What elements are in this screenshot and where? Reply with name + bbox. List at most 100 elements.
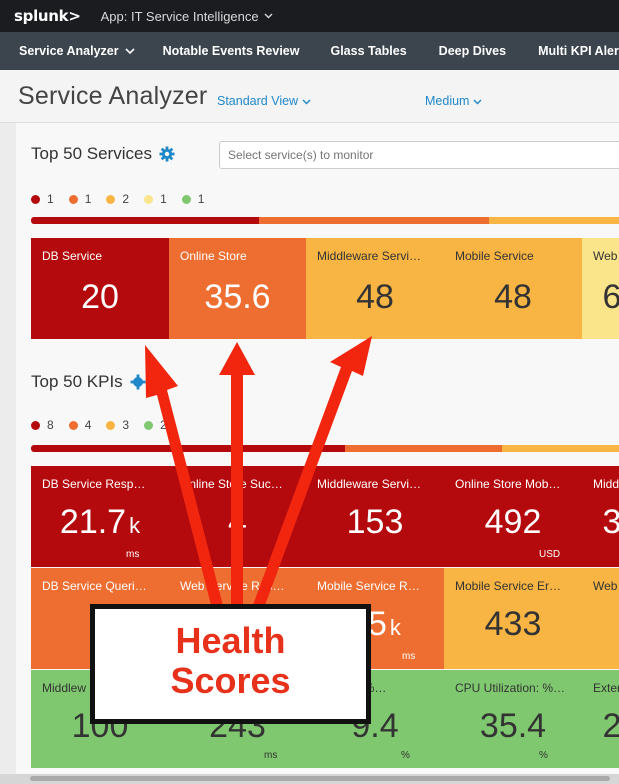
severity-dot-icon (181, 194, 191, 204)
kpis-title: Top 50 KPIs (31, 372, 123, 391)
service-search-input[interactable] (219, 141, 619, 169)
severity-count[interactable]: 3 (106, 418, 129, 432)
tile-name: Midd (593, 477, 619, 491)
health-tile[interactable]: Online Store 35.6 (169, 238, 306, 339)
severity-count-value: 2 (122, 192, 130, 206)
health-tile[interactable]: Online Store Mob… 492 USD (444, 466, 582, 567)
severity-segment-medium (502, 445, 619, 452)
services-section-title: Top 50 Services (31, 144, 175, 164)
severity-count[interactable]: 1 (68, 192, 92, 206)
services-title: Top 50 Services (31, 144, 152, 163)
app-bar: splunk> App: IT Service Intelligence (0, 0, 619, 32)
severity-count[interactable]: 4 (68, 418, 91, 432)
tile-name: Web Service Res… (180, 579, 285, 593)
health-tile[interactable]: Web (582, 568, 619, 669)
severity-dot-icon (106, 420, 116, 430)
tile-value-wrap: 2 (582, 707, 619, 746)
severity-count[interactable]: 2 (106, 192, 129, 206)
severity-dot-icon (106, 194, 116, 204)
severity-count[interactable]: 1 (144, 192, 167, 206)
size-dropdown-label: Medium (425, 94, 470, 108)
nav-deep-dives[interactable]: Deep Dives (439, 44, 506, 58)
health-tile[interactable]: Middleware Servi… 153 (306, 466, 444, 567)
horizontal-scrollbar[interactable] (0, 774, 619, 784)
severity-count[interactable]: 8 (31, 418, 54, 432)
size-dropdown[interactable]: Medium (425, 94, 482, 108)
tile-name: Middlew (42, 681, 87, 695)
tile-value: 20 (81, 278, 119, 316)
health-tile[interactable]: Mobile Service 48 (444, 238, 582, 339)
tile-unit-k: k (389, 615, 401, 640)
health-tile[interactable]: Midd 3 (582, 466, 619, 567)
tile-value-wrap: 6 (582, 278, 619, 317)
health-tile[interactable]: Online Store Suc… 4 (169, 466, 306, 567)
severity-count-value: 1 (160, 192, 167, 206)
tile-name: DB Service (42, 249, 103, 263)
tile-value: 48 (356, 278, 394, 316)
severity-count[interactable]: 1 (181, 192, 205, 206)
page-header: Service Analyzer Standard View Medium (0, 70, 619, 123)
health-tile[interactable]: DB Service Resp… 21.7 k ms (31, 466, 169, 567)
tile-value: 2 (602, 707, 619, 745)
tile-value-wrap: 153 (306, 503, 444, 542)
tile-unit: ms (402, 651, 416, 662)
splunk-logo[interactable]: splunk> (14, 7, 81, 25)
tile-unit: USD (539, 549, 561, 560)
severity-dot-icon (31, 420, 40, 430)
health-tile[interactable]: Middleware Servi… 48 (306, 238, 444, 339)
view-dropdown-label: Standard View (217, 94, 299, 108)
tile-unit: % (539, 750, 548, 761)
health-tile[interactable]: Exter 2 (582, 670, 619, 768)
kpis-severity-counts: 8 4 3 20 (31, 418, 188, 432)
nav-notable-events[interactable]: Notable Events Review (163, 44, 300, 58)
severity-count[interactable]: 1 (31, 192, 54, 206)
page-title: Service Analyzer (18, 82, 208, 110)
tile-name: DB Service Resp… (42, 477, 146, 491)
tile-value-wrap: 35.6 (169, 278, 306, 317)
gear-icon[interactable] (159, 146, 175, 162)
tile-unit: ms (264, 750, 278, 761)
tile-value: 48 (494, 278, 532, 316)
severity-dot-icon (68, 194, 78, 204)
nav-glass-tables[interactable]: Glass Tables (330, 44, 406, 58)
tile-value-wrap: 35.4 (444, 707, 582, 746)
severity-dot-icon (144, 420, 154, 430)
app-selector[interactable]: App: IT Service Intelligence (101, 9, 273, 24)
tile-value: 6 (602, 278, 619, 316)
tile-unit: ms (126, 549, 140, 560)
severity-segment-high (345, 445, 502, 452)
scrollbar-thumb[interactable] (30, 776, 610, 781)
health-tile[interactable]: DB Service 20 (31, 238, 169, 339)
tile-value: 4 (228, 503, 247, 541)
tile-name: CPU Utilization: %… (455, 681, 566, 695)
callout-line2: Scores (170, 660, 291, 701)
view-dropdown[interactable]: Standard View (217, 94, 311, 108)
chevron-down-icon (125, 48, 135, 54)
severity-count[interactable]: 20 (144, 418, 173, 432)
tile-value-wrap: 48 (306, 278, 444, 317)
tile-value-wrap: 48 (444, 278, 582, 317)
main-nav: Service Analyzer Notable Events Review G… (0, 32, 619, 70)
severity-dot-icon (144, 194, 154, 204)
tile-name: Middleware Servi… (317, 249, 422, 263)
health-scores-callout: Health Scores (90, 604, 371, 724)
health-tile[interactable]: Web 6 (582, 238, 619, 339)
chevron-down-icon (473, 99, 482, 105)
tile-name: Exter (593, 681, 619, 695)
tile-unit-k: k (129, 513, 141, 538)
tile-value-wrap: 492 (444, 503, 582, 542)
health-tile[interactable]: Mobile Service Er… 433 (444, 568, 582, 669)
nav-multi-kpi-alerts[interactable]: Multi KPI Alerts (538, 44, 619, 58)
tile-value: 35.6 (204, 278, 271, 316)
gear-icon[interactable] (130, 374, 146, 390)
tile-name: Web (593, 249, 618, 263)
severity-count-value: 1 (84, 192, 92, 206)
callout-line1: Health (175, 620, 286, 661)
severity-count-value: 1 (197, 192, 205, 206)
tile-unit: % (401, 750, 410, 761)
tile-name: Mobile Service R… (317, 579, 420, 593)
nav-service-analyzer[interactable]: Service Analyzer (19, 44, 135, 58)
tile-value: 153 (346, 503, 404, 541)
health-tile[interactable]: CPU Utilization: %… 35.4% (444, 670, 582, 768)
tile-name: Online Store Mob… (455, 477, 561, 491)
